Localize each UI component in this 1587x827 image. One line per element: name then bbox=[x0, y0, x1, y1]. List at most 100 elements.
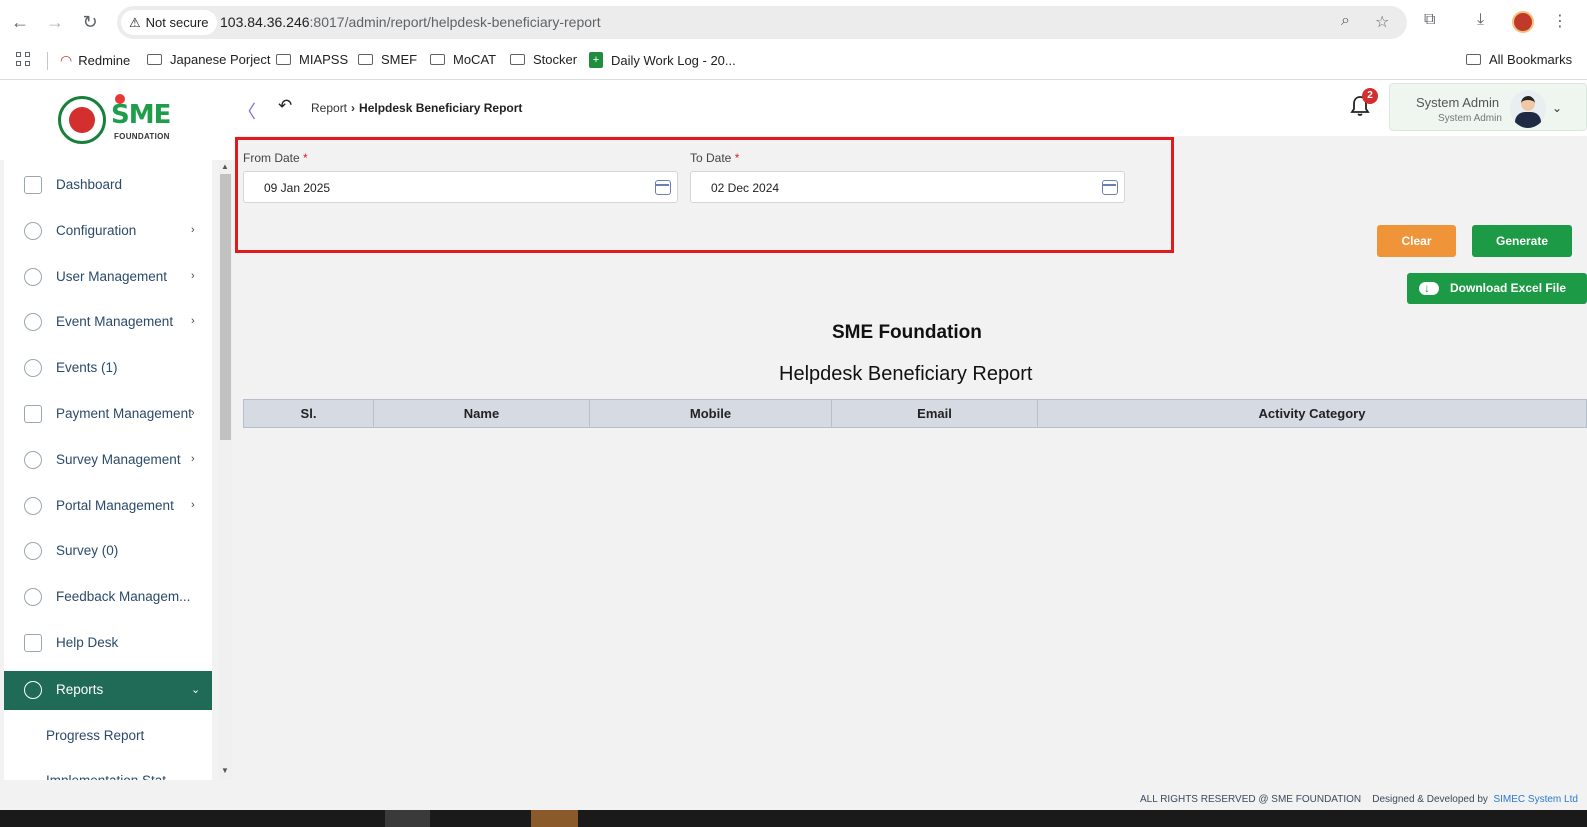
sidebar-item-survey-management[interactable]: Survey Management › bbox=[4, 441, 212, 479]
taskbar-app[interactable] bbox=[385, 810, 430, 827]
bookmark-star-icon[interactable]: ☆ bbox=[1375, 12, 1389, 32]
sidebar-item-reports[interactable]: Reports ⌄ bbox=[4, 671, 212, 710]
bookmark-stocker[interactable]: Stocker bbox=[510, 52, 577, 67]
logo-area[interactable]: SME FOUNDATION bbox=[0, 80, 235, 160]
breadcrumb-chevron-icon: › bbox=[351, 101, 356, 115]
table-header-row: Sl. Name Mobile Email Activity Category bbox=[243, 399, 1587, 428]
sidebar-item-label: Help Desk bbox=[56, 635, 119, 650]
sidebar-subitem-progress-report[interactable]: Progress Report bbox=[46, 728, 144, 743]
folder-icon bbox=[510, 54, 525, 65]
mail-icon bbox=[24, 634, 42, 652]
sidebar-item-feedback-management[interactable]: Feedback Managem... bbox=[4, 578, 212, 616]
scrollbar-thumb[interactable] bbox=[220, 174, 231, 440]
sidebar-item-event-management[interactable]: Event Management › bbox=[4, 303, 212, 341]
app-root: 〈 ↶ Report › Helpdesk Beneficiary Report 2… bbox=[0, 80, 1587, 810]
bookmark-label: Redmine bbox=[78, 53, 131, 68]
sidebar-item-label: Reports bbox=[56, 682, 104, 697]
scroll-up-icon[interactable]: ▲ bbox=[221, 162, 229, 171]
extensions-icon[interactable]: ⧉ bbox=[1424, 11, 1435, 29]
sidebar-item-help-desk[interactable]: Help Desk bbox=[4, 624, 212, 662]
zoom-icon[interactable]: ⌕ bbox=[1341, 12, 1350, 30]
breadcrumb-current: Helpdesk Beneficiary Report bbox=[359, 101, 523, 115]
bookmark-miapss[interactable]: MIAPSS bbox=[276, 52, 348, 67]
notification-badge: 2 bbox=[1362, 88, 1378, 104]
apps-grid-icon[interactable] bbox=[16, 52, 32, 68]
sidebar: Dashboard Configuration › User Management… bbox=[0, 160, 235, 780]
all-bookmarks[interactable]: All Bookmarks bbox=[1466, 52, 1572, 67]
bookmark-redmine[interactable]: ◠ Redmine bbox=[60, 52, 130, 69]
url-text: 103.84.36.246:8017/admin/report/helpdesk… bbox=[220, 14, 601, 30]
sidebar-item-configuration[interactable]: Configuration › bbox=[4, 212, 212, 250]
calendar-icon[interactable] bbox=[1102, 180, 1118, 195]
chevron-right-icon: › bbox=[191, 453, 195, 465]
from-date-input[interactable]: 09 Jan 2025 bbox=[243, 171, 678, 203]
undo-back-icon[interactable]: ↶ bbox=[278, 96, 292, 116]
to-date-input[interactable]: 02 Dec 2024 bbox=[690, 171, 1125, 203]
footer-rights: ALL RIGHTS RESERVED @ SME FOUNDATION bbox=[1140, 794, 1362, 805]
reload-icon[interactable]: ↻ bbox=[79, 11, 101, 33]
sidebar-item-label: Dashboard bbox=[56, 177, 123, 192]
bookmark-label: SMEF bbox=[381, 52, 418, 67]
sidebar-item-label: Survey Management bbox=[56, 452, 181, 467]
to-date-label-text: To Date bbox=[690, 151, 732, 165]
forward-arrow-icon[interactable]: → bbox=[44, 11, 66, 33]
calendar-icon[interactable] bbox=[655, 180, 671, 195]
collapse-sidebar-icon[interactable]: 〈 bbox=[238, 98, 256, 124]
bookmark-mocat[interactable]: MoCAT bbox=[430, 52, 496, 67]
chevron-down-icon: ⌄ bbox=[1552, 101, 1563, 115]
column-header-mobile: Mobile bbox=[589, 399, 832, 428]
sidebar-menu: Dashboard Configuration › User Management… bbox=[4, 160, 212, 780]
sidebar-item-label: Payment Management bbox=[56, 406, 192, 421]
top-bar: 〈 ↶ Report › Helpdesk Beneficiary Report 2… bbox=[0, 80, 1587, 136]
breadcrumb-parent[interactable]: Report bbox=[311, 101, 347, 115]
os-taskbar bbox=[0, 810, 1587, 827]
back-arrow-icon[interactable]: ← bbox=[9, 11, 31, 33]
folder-icon bbox=[430, 54, 445, 65]
sidebar-scrollbar[interactable]: ▲ ▼ bbox=[219, 160, 232, 780]
report-title: Helpdesk Beneficiary Report bbox=[779, 363, 1033, 385]
security-chip[interactable]: ⚠ Not secure bbox=[121, 10, 217, 35]
date-filter-panel: From Date * 09 Jan 2025 To Date * 02 Dec… bbox=[235, 137, 1174, 253]
bookmark-japanese-porject[interactable]: Japanese Porject bbox=[147, 52, 270, 67]
download-excel-button[interactable]: Download Excel File bbox=[1407, 273, 1587, 304]
chevron-right-icon: › bbox=[191, 407, 195, 419]
logo-subtitle: FOUNDATION bbox=[114, 132, 170, 141]
bookmark-label: MIAPSS bbox=[299, 52, 349, 67]
user-menu[interactable]: System Admin System Admin ⌄ bbox=[1389, 83, 1587, 131]
sidebar-item-dashboard[interactable]: Dashboard bbox=[4, 166, 212, 204]
chevron-right-icon: › bbox=[191, 499, 195, 511]
generate-button[interactable]: Generate bbox=[1472, 225, 1572, 257]
sidebar-item-user-management[interactable]: User Management › bbox=[4, 258, 212, 296]
user-name: System Admin bbox=[1416, 95, 1500, 110]
taskbar-app[interactable] bbox=[531, 810, 578, 827]
bookmark-daily-work-log[interactable]: + Daily Work Log - 20... bbox=[589, 52, 736, 68]
bookmark-smef[interactable]: SMEF bbox=[358, 52, 417, 67]
sidebar-item-survey[interactable]: Survey (0) bbox=[4, 532, 212, 570]
download-icon[interactable]: ⤓ bbox=[1477, 11, 1484, 29]
column-header-activity-category: Activity Category bbox=[1037, 399, 1587, 428]
chevron-right-icon: › bbox=[191, 224, 195, 236]
cloud-download-icon bbox=[1419, 273, 1439, 304]
profile-avatar[interactable] bbox=[1512, 11, 1534, 33]
clear-button[interactable]: Clear bbox=[1377, 225, 1456, 257]
from-date-label-text: From Date bbox=[243, 151, 300, 165]
menu-kebab-icon[interactable]: ⋮ bbox=[1552, 11, 1568, 31]
sidebar-item-label: Feedback Managem... bbox=[56, 589, 191, 604]
footer-company-link[interactable]: SIMEC System Ltd bbox=[1493, 794, 1577, 805]
chevron-right-icon: › bbox=[191, 270, 195, 282]
sidebar-item-payment-management[interactable]: Payment Management › bbox=[4, 395, 212, 433]
url-host: 103.84.36.246 bbox=[220, 14, 310, 30]
sidebar-item-events[interactable]: Events (1) bbox=[4, 349, 212, 387]
chevron-down-icon: ⌄ bbox=[191, 684, 201, 696]
lock-icon bbox=[24, 681, 42, 699]
required-mark: * bbox=[303, 151, 308, 165]
report-organization: SME Foundation bbox=[832, 322, 982, 343]
bookmark-separator bbox=[47, 52, 48, 70]
sidebar-subitem-implementation-status[interactable]: Implementation Stat... bbox=[46, 773, 177, 780]
bookmark-label: Japanese Porject bbox=[170, 52, 271, 67]
sidebar-item-portal-management[interactable]: Portal Management › bbox=[4, 487, 212, 525]
sidebar-item-label: Portal Management bbox=[56, 498, 174, 513]
address-bar[interactable]: ⚠ Not secure 103.84.36.246:8017/admin/rep… bbox=[117, 6, 1407, 39]
scroll-down-icon[interactable]: ▼ bbox=[221, 766, 229, 775]
lock-icon bbox=[24, 359, 42, 377]
